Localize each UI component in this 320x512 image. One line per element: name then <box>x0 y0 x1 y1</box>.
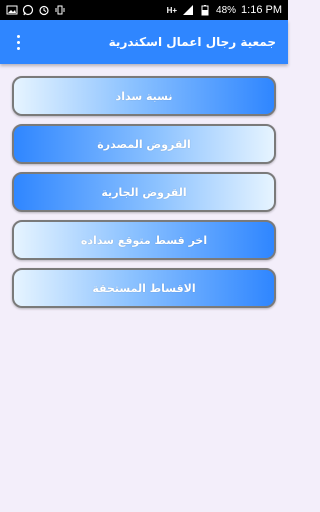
menu-item-due-installments[interactable]: الاقساط المستحقة <box>12 268 276 308</box>
menu-item-label: اخر قسط متوقع سداده <box>80 233 208 247</box>
alarm-icon <box>39 5 49 16</box>
app-bar: جمعية رجال اعمال اسكندرية <box>0 20 288 64</box>
menu-item-last-installment[interactable]: اخر قسط متوقع سداده <box>12 220 276 260</box>
menu-item-label: الاقساط المستحقة <box>92 281 196 295</box>
whatsapp-icon <box>22 4 34 16</box>
status-left-icons <box>0 4 66 16</box>
network-type: H+ <box>166 5 178 15</box>
image-icon <box>6 5 18 15</box>
signal-icon <box>183 5 194 15</box>
vibrate-icon <box>55 5 65 15</box>
menu-item-issued-loans[interactable]: القروض المصدرة <box>12 124 276 164</box>
status-right: H+ 48% 1:16 PM <box>167 4 288 16</box>
menu-item-label: القروض المصدرة <box>97 137 191 151</box>
status-bar: H+ 48% 1:16 PM <box>0 0 288 20</box>
menu-item-repayment-rate[interactable]: نسبة سداد <box>12 76 276 116</box>
menu-item-current-loans[interactable]: القروض الجارية <box>12 172 276 212</box>
clock: 1:16 PM <box>241 4 282 16</box>
battery-percent: 48% <box>216 4 237 16</box>
menu-item-label: القروض الجارية <box>101 185 187 199</box>
main-menu: نسبة سداد القروض المصدرة القروض الجارية … <box>12 76 276 316</box>
menu-item-label: نسبة سداد <box>115 89 173 103</box>
battery-icon <box>201 5 209 16</box>
overflow-menu-icon[interactable] <box>4 20 32 64</box>
app-title: جمعية رجال اعمال اسكندرية <box>108 35 276 49</box>
